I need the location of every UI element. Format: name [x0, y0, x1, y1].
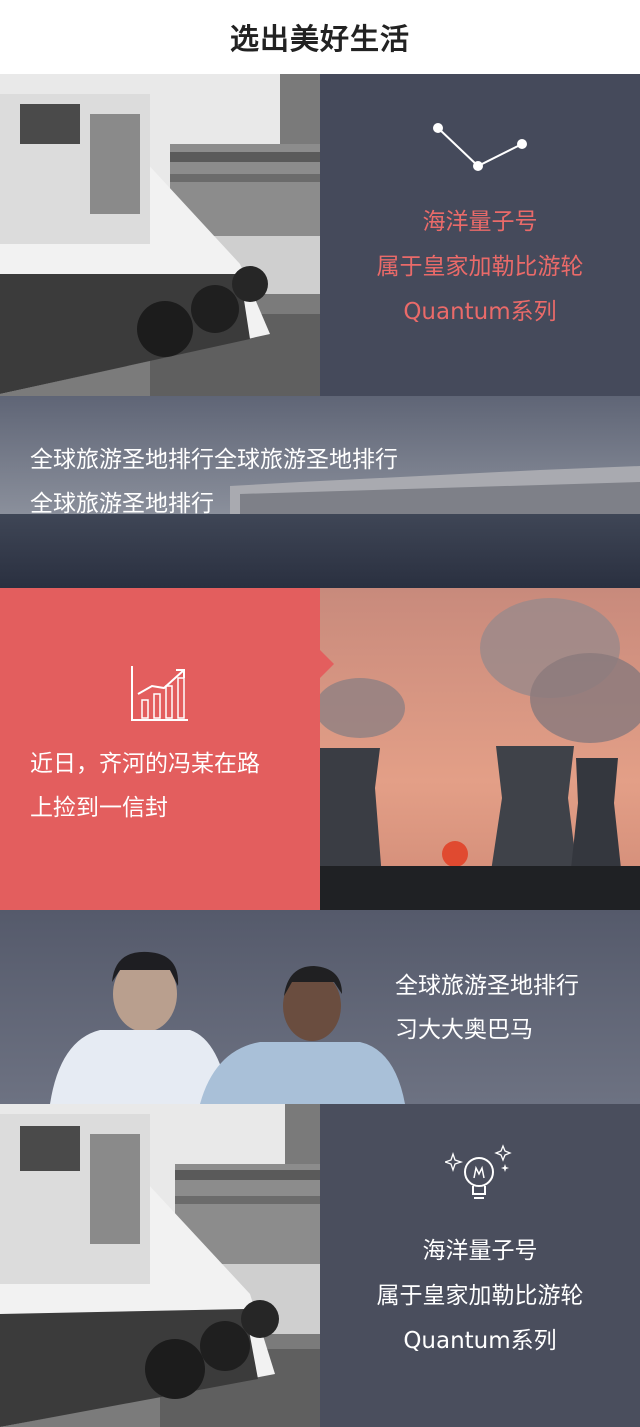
- section5-text: 海洋量子号 属于皇家加勒比游轮 Quantum系列: [320, 1229, 640, 1364]
- lightbulb-icon: [445, 1144, 512, 1199]
- info-panel-3: 近日，齐河的冯某在路 上捡到一信封: [0, 588, 320, 910]
- section1-line-1: 海洋量子号: [422, 209, 538, 235]
- section1-line-3: Quantum系列: [403, 299, 557, 325]
- info-panel-1: 海洋量子号 属于皇家加勒比游轮 Quantum系列: [320, 74, 640, 396]
- section-ship-quantum-2: 海洋量子号 属于皇家加勒比游轮 Quantum系列: [0, 1104, 640, 1427]
- tugboat-photo: [0, 74, 320, 396]
- section2-line-2: 全球旅游圣地排行: [30, 491, 214, 517]
- info-panel-5: 海洋量子号 属于皇家加勒比游轮 Quantum系列: [320, 1104, 640, 1427]
- section5-line-1: 海洋量子号: [422, 1238, 538, 1264]
- section3-line-1: 近日，齐河的冯某在路: [30, 751, 260, 777]
- panel-pointer-arrow: [320, 650, 334, 678]
- section5-line-3: Quantum系列: [403, 1328, 557, 1354]
- bar-chart-icon: [131, 666, 188, 721]
- section2-text: 全球旅游圣地排行全球旅游圣地排行 全球旅游圣地排行: [30, 438, 398, 526]
- section1-line-2: 属于皇家加勒比游轮: [376, 254, 584, 280]
- section-news: 近日，齐河的冯某在路 上捡到一信封: [0, 588, 640, 910]
- section4-line-1: 全球旅游圣地排行: [395, 973, 579, 999]
- tugboat-photo-2: [0, 1104, 320, 1427]
- page: 选出美好生活 海洋量子号 属于皇家加勒比游轮 Quantum系列 全球旅游圣地排…: [0, 0, 640, 1427]
- section3-text: 近日，齐河的冯某在路 上捡到一信封: [30, 742, 260, 830]
- section4-line-2: 习大大奥巴马: [395, 1017, 533, 1043]
- cooling-tower-sunset-photo: [320, 588, 640, 910]
- section-leaders: 全球旅游圣地排行 习大大奥巴马: [0, 910, 640, 1104]
- page-title: 选出美好生活: [229, 22, 410, 56]
- line-graph-icon: [433, 123, 527, 171]
- section5-line-2: 属于皇家加勒比游轮: [376, 1283, 584, 1309]
- header: 选出美好生活: [0, 0, 640, 74]
- section-travel-ranking: 全球旅游圣地排行全球旅游圣地排行 全球旅游圣地排行: [0, 396, 640, 588]
- section4-text: 全球旅游圣地排行 习大大奥巴马: [395, 964, 579, 1052]
- section1-text: 海洋量子号 属于皇家加勒比游轮 Quantum系列: [320, 200, 640, 335]
- section-ship-quantum: 海洋量子号 属于皇家加勒比游轮 Quantum系列: [0, 74, 640, 396]
- section3-line-2: 上捡到一信封: [30, 795, 168, 821]
- section2-line-1: 全球旅游圣地排行全球旅游圣地排行: [30, 447, 398, 473]
